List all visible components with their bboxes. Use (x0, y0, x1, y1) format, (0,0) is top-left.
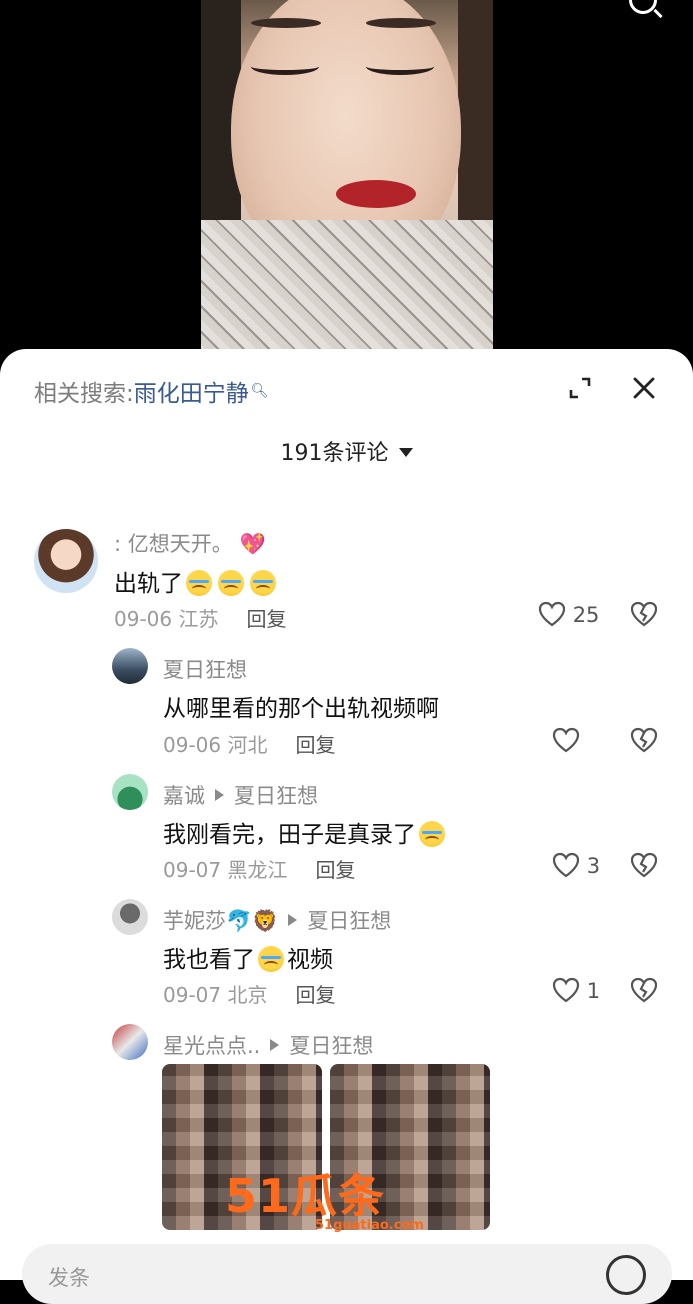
lion-icon: 🦁 (252, 909, 279, 933)
reply-text: 我刚看完，田子是真录了 (163, 815, 448, 849)
reply-arrow-icon (215, 789, 224, 801)
reply-to-name[interactable]: 夏日狂想 (307, 909, 391, 933)
avatar[interactable] (112, 648, 148, 684)
video-lips (336, 180, 416, 208)
comment-input[interactable]: 发条 (22, 1244, 672, 1304)
broken-heart-icon[interactable] (630, 601, 658, 627)
heart-outline-icon (538, 601, 566, 627)
reply-author[interactable]: 芋妮莎🐬🦁 夏日狂想 (163, 905, 391, 935)
crying-emoji-icon (419, 821, 445, 847)
crying-emoji-icon (186, 570, 212, 596)
close-icon[interactable] (630, 374, 658, 402)
reply-button[interactable]: 回复 (295, 733, 335, 757)
related-search-icon: 🔍︎ (250, 383, 269, 399)
caret-down-icon (398, 448, 413, 457)
comments-count-toggle[interactable]: 191条评论 (0, 435, 693, 467)
like-button[interactable]: 1 (552, 977, 600, 1003)
like-count: 1 (586, 979, 601, 1003)
reply-button[interactable]: 回复 (246, 607, 286, 631)
comment-meta: 09-06 江苏 回复 (114, 603, 286, 632)
expand-icon[interactable] (568, 376, 592, 400)
reply-date: 09-07 (163, 983, 222, 1007)
reply-author[interactable]: 夏日狂想 (163, 654, 247, 684)
comment-author[interactable]: : 亿想天开。 💖 (114, 528, 266, 558)
reply-location: 北京 (227, 983, 268, 1007)
like-button[interactable] (552, 727, 580, 753)
reply-to-name[interactable]: 夏日狂想 (289, 1034, 373, 1058)
heart-sparkle-icon: 💖 (239, 532, 266, 556)
reply-arrow-icon (288, 914, 298, 926)
reply-location: 黑龙江 (227, 858, 288, 882)
reply-text: 从哪里看的那个出轨视频啊 (163, 696, 439, 722)
comment-text: 出轨了 (114, 564, 279, 598)
related-search-label: 相关搜索: (34, 381, 134, 407)
broken-heart-icon[interactable] (630, 727, 658, 753)
video-brow-right (366, 18, 436, 28)
comment-input-placeholder: 发条 (48, 1266, 90, 1290)
reply-button[interactable]: 回复 (295, 983, 335, 1007)
related-search-keyword[interactable]: 雨化田宁静 (134, 381, 249, 407)
crying-emoji-icon (250, 570, 276, 596)
reply-text: 我也看了 视频 (163, 946, 333, 973)
video-brow-left (251, 18, 321, 28)
comments-count-label: 191条评论 (280, 441, 389, 466)
heart-outline-icon (552, 727, 580, 753)
dolphin-icon: 🐬 (226, 909, 253, 933)
comment-date: 09-06 (114, 607, 173, 631)
crying-emoji-icon (258, 946, 284, 972)
reply-meta: 09-07 北京 回复 (163, 979, 335, 1008)
watermark-brand: 51瓜条 (225, 1169, 386, 1223)
avatar[interactable] (112, 1024, 148, 1060)
reply-location: 河北 (227, 733, 268, 757)
comment-location: 江苏 (178, 607, 219, 631)
emoji-icon[interactable] (606, 1255, 646, 1295)
reply-date: 09-06 (163, 733, 222, 757)
video-eye-right (366, 58, 434, 75)
like-button[interactable]: 3 (552, 852, 600, 878)
avatar[interactable] (112, 774, 148, 810)
like-button[interactable]: 25 (538, 601, 599, 627)
reply-author[interactable]: 星光点点.. 夏日狂想 (163, 1030, 373, 1060)
video-collar (201, 220, 493, 370)
like-count: 3 (586, 854, 601, 878)
reply-author[interactable]: 嘉诚 夏日狂想 (163, 780, 318, 810)
video-frame (201, 0, 493, 370)
reply-date: 09-07 (163, 858, 222, 882)
watermark-url: 51guatiao.com (315, 1218, 424, 1233)
heart-outline-icon (552, 852, 580, 878)
reply-meta: 09-07 黑龙江 回复 (163, 854, 355, 883)
like-count: 25 (572, 603, 600, 627)
reply-meta: 09-06 河北 回复 (163, 729, 335, 758)
video-hair-right (458, 0, 493, 220)
top-search-icon[interactable] (629, 0, 657, 14)
avatar[interactable] (112, 899, 148, 935)
video-eye-left (251, 58, 319, 75)
crying-emoji-icon (218, 570, 244, 596)
broken-heart-icon[interactable] (630, 852, 658, 878)
broken-heart-icon[interactable] (630, 977, 658, 1003)
heart-outline-icon (552, 977, 580, 1003)
video-player[interactable] (0, 0, 693, 370)
reply-arrow-icon (270, 1039, 280, 1051)
reply-button[interactable]: 回复 (315, 858, 355, 882)
related-search[interactable]: 相关搜索:雨化田宁静 🔍︎ (34, 374, 269, 408)
reply-to-name[interactable]: 夏日狂想 (234, 784, 318, 808)
avatar[interactable] (34, 529, 98, 593)
